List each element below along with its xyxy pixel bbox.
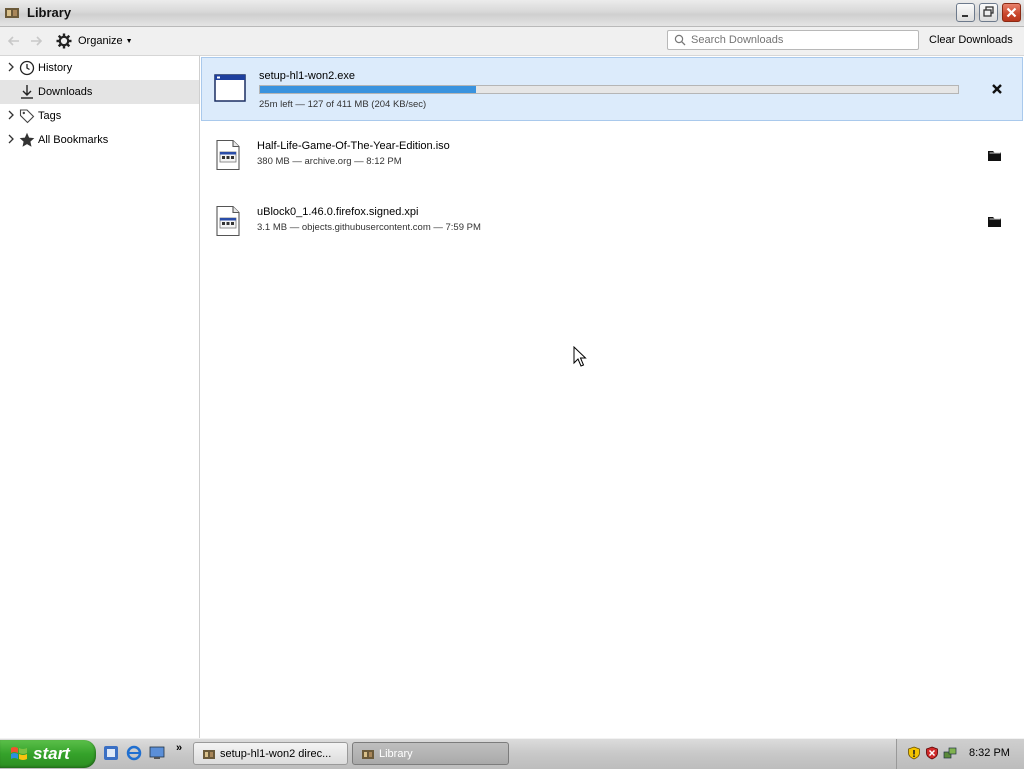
search-icon (674, 34, 686, 46)
clock: 8:32 PM (969, 747, 1010, 759)
download-progress-bar (259, 85, 959, 94)
back-arrow-icon[interactable] (6, 33, 22, 49)
expand-arrow-icon[interactable] (5, 110, 16, 123)
forward-arrow-icon[interactable] (28, 33, 44, 49)
tag-icon (19, 109, 35, 124)
download-status: 25m left — 127 of 411 MB (204 KB/sec) (259, 99, 427, 110)
window-title: Library (27, 5, 72, 20)
sidebar-item-all-bookmarks[interactable]: All Bookmarks (0, 128, 199, 152)
search-input[interactable] (691, 34, 913, 46)
generic-file-icon (216, 205, 240, 237)
search-box[interactable] (667, 30, 919, 50)
download-item-ublock-xpi[interactable]: uBlock0_1.46.0.firefox.signed.xpi 3.1 MB… (200, 191, 1024, 257)
taskbar-item-label: Library (379, 747, 413, 760)
start-button[interactable]: start (0, 740, 96, 768)
library-toolbar: Organize ▼ Clear Downloads (0, 27, 1024, 56)
download-file-name: uBlock0_1.46.0.firefox.signed.xpi (257, 206, 419, 218)
download-progress-fill (260, 86, 477, 93)
download-file-name: setup-hl1-won2.exe (259, 70, 356, 82)
generic-file-icon (216, 139, 240, 171)
close-button[interactable] (1002, 3, 1021, 22)
quick-launch-overflow-icon[interactable]: » (176, 742, 182, 754)
download-status: 380 MB — archive.org — 8:12 PM (257, 156, 402, 167)
chevron-down-icon: ▼ (125, 37, 133, 45)
expand-arrow-icon[interactable] (5, 62, 16, 75)
security-alert-icon[interactable] (925, 746, 939, 760)
organize-label: Organize (78, 35, 123, 47)
internet-explorer-icon[interactable] (126, 745, 142, 761)
restore-button[interactable] (979, 3, 998, 22)
cancel-download-icon[interactable] (988, 80, 1006, 98)
sidebar-item-downloads[interactable]: Downloads (0, 80, 199, 104)
network-icon[interactable] (943, 746, 957, 760)
executable-file-icon (214, 74, 246, 102)
sidebar-item-history[interactable]: History (0, 56, 199, 80)
start-label: start (33, 744, 70, 763)
sidebar-item-label: History (38, 62, 73, 74)
download-status: 3.1 MB — objects.githubusercontent.com —… (257, 222, 481, 233)
show-desktop-icon[interactable] (149, 745, 165, 761)
expand-arrow-icon[interactable] (5, 134, 16, 147)
sidebar-item-tags[interactable]: Tags (0, 104, 199, 128)
folder-icon[interactable] (986, 147, 1004, 163)
taskbar-item-label: setup-hl1-won2 direc... (220, 747, 332, 760)
taskbar-item-library[interactable]: Library (352, 742, 509, 765)
star-icon (19, 132, 35, 147)
restore-icon (983, 6, 994, 17)
taskbar-item-setup-directory[interactable]: setup-hl1-won2 direc... (193, 742, 348, 765)
system-tray: 8:32 PM (896, 739, 1024, 769)
organize-button[interactable]: Organize ▼ (56, 31, 133, 51)
sidebar: History Downloads Tags All Bookmarks (0, 56, 200, 738)
folder-window-icon (203, 749, 215, 759)
clock-icon (19, 60, 35, 76)
taskbar: start » setup-hl1-won2 direc... Library (0, 738, 1024, 769)
windows-logo-icon (11, 747, 27, 760)
minimize-button[interactable] (956, 3, 975, 22)
library-app-icon (5, 8, 19, 18)
downloads-list: setup-hl1-won2.exe 25m left — 127 of 411… (200, 56, 1024, 738)
download-file-name: Half-Life-Game-Of-The-Year-Edition.iso (257, 140, 450, 152)
title-bar[interactable]: Library (0, 0, 1024, 27)
download-icon (21, 85, 33, 99)
download-item-setup-hl1-won2[interactable]: setup-hl1-won2.exe 25m left — 127 of 411… (201, 57, 1023, 121)
mouse-cursor-icon (573, 346, 587, 367)
download-item-half-life-iso[interactable]: Half-Life-Game-Of-The-Year-Edition.iso 3… (200, 125, 1024, 191)
quick-launch-app-icon[interactable] (103, 745, 119, 761)
security-shield-icon[interactable] (907, 746, 921, 760)
clear-downloads-button[interactable]: Clear Downloads (929, 34, 1013, 46)
sidebar-item-label: Downloads (38, 86, 93, 98)
library-window: Library Organize ▼ Search Downloads Clea… (0, 0, 1024, 738)
sidebar-item-label: All Bookmarks (38, 134, 109, 146)
minimize-icon (962, 15, 968, 17)
close-icon (1006, 7, 1017, 18)
sidebar-item-label: Tags (38, 110, 62, 122)
gear-icon (56, 33, 72, 49)
folder-icon[interactable] (986, 213, 1004, 229)
library-app-icon (362, 749, 374, 759)
